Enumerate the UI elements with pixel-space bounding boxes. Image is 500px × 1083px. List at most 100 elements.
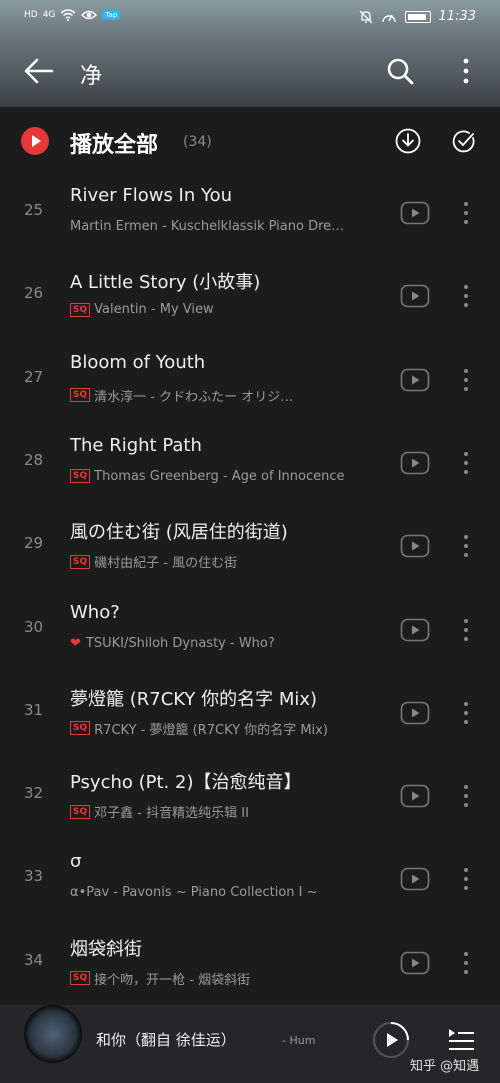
wifi-icon xyxy=(60,9,76,21)
more-vertical-icon[interactable] xyxy=(456,366,476,394)
album-disc[interactable] xyxy=(24,1005,82,1063)
track-subtitle: α•Pav - Pavonis ~ Piano Collection Ⅰ ~ xyxy=(70,885,390,900)
track-subtitle: SQ 邓子鑫 - 抖音精选纯乐辑 II xyxy=(70,802,390,821)
multi-select-icon[interactable] xyxy=(451,128,477,154)
now-playing-artist: - Hum xyxy=(282,1034,316,1047)
track-row[interactable]: 26 A Little Story (小故事) SQ Valentin - My … xyxy=(0,257,500,340)
tap-badge: Tap xyxy=(102,10,121,20)
track-artist-album: Thomas Greenberg - Age of Innocence xyxy=(94,468,345,484)
play-all-button[interactable] xyxy=(21,127,49,155)
track-title: σ xyxy=(70,851,82,873)
track-subtitle: SQ Valentin - My View xyxy=(70,302,390,317)
status-bar: HD 4G Tap 11:33 xyxy=(0,0,500,34)
play-all-label: 播放全部 xyxy=(70,133,159,158)
video-icon[interactable] xyxy=(400,451,430,475)
more-vertical-icon[interactable] xyxy=(456,199,476,227)
track-title: Who? xyxy=(70,601,120,623)
track-number: 27 xyxy=(24,367,44,386)
sq-badge: SQ xyxy=(70,469,91,484)
track-row[interactable]: 32 Psycho (Pt. 2)【治愈纯音】 SQ 邓子鑫 - 抖音精选纯乐辑 … xyxy=(0,757,500,840)
track-title: A Little Story (小故事) xyxy=(70,272,261,294)
track-number: 30 xyxy=(24,617,44,636)
sq-badge: SQ xyxy=(70,804,91,819)
track-artist-album: 磯村由紀子 - 風の住む街 xyxy=(94,556,238,572)
track-subtitle: SQ R7CKY - 夢燈籠 (R7CKY 你的名字 Mix) xyxy=(70,719,390,738)
more-vertical-icon[interactable] xyxy=(456,449,476,477)
eye-icon xyxy=(81,10,98,20)
track-row[interactable]: 27 Bloom of Youth SQ 清水淳一 - クドわふたー オリジ… xyxy=(0,341,500,424)
track-number: 34 xyxy=(24,950,44,969)
track-title: Bloom of Youth xyxy=(70,351,206,373)
track-subtitle: SQ Thomas Greenberg - Age of Innocence xyxy=(70,469,390,484)
page-title: 净 xyxy=(80,64,103,89)
play-icon xyxy=(32,135,41,147)
more-vertical-icon[interactable] xyxy=(456,699,476,727)
track-number: 28 xyxy=(24,450,44,469)
sq-badge: SQ xyxy=(70,721,91,736)
track-number: 25 xyxy=(24,201,44,219)
track-row[interactable]: 30 Who? ❤ TSUKI/Shiloh Dynasty - Who? xyxy=(0,591,500,674)
playlist-icon[interactable] xyxy=(446,1025,476,1055)
more-vertical-icon[interactable] xyxy=(456,865,476,893)
track-row[interactable]: 29 風の住む街 (风居住的街道) SQ 磯村由紀子 - 風の住む街 xyxy=(0,507,500,590)
video-icon[interactable] xyxy=(400,618,430,642)
track-artist-album: TSUKI/Shiloh Dynasty - Who? xyxy=(85,635,275,651)
signal-icon: 4G xyxy=(42,10,56,20)
track-artist-album: 清水淳一 - クドわふたー オリジ… xyxy=(94,389,294,405)
nav-bar: 净 xyxy=(0,45,500,97)
video-icon[interactable] xyxy=(400,284,430,308)
more-vertical-icon[interactable] xyxy=(456,532,476,560)
track-subtitle: ❤ TSUKI/Shiloh Dynasty - Who? xyxy=(70,636,390,651)
track-row[interactable]: 33 σ α•Pav - Pavonis ~ Piano Collection … xyxy=(0,840,500,923)
track-artist-album: Martin Ermen - Kuschelklassik Piano Dre… xyxy=(70,219,345,234)
video-icon[interactable] xyxy=(400,368,430,392)
track-title: 夢燈籠 (R7CKY 你的名字 Mix) xyxy=(70,688,318,710)
watermark: 知乎 @知遇 xyxy=(410,1059,480,1074)
download-icon[interactable] xyxy=(395,128,421,154)
video-icon[interactable] xyxy=(400,867,430,891)
header: HD 4G Tap 11:33 净 xyxy=(0,0,500,107)
more-vertical-icon[interactable] xyxy=(456,949,476,977)
video-icon[interactable] xyxy=(400,201,430,225)
sq-badge: SQ xyxy=(70,554,91,569)
video-icon[interactable] xyxy=(400,534,430,558)
hd-icon: HD xyxy=(24,10,38,20)
mute-bell-icon xyxy=(359,10,372,23)
track-title: The Right Path xyxy=(70,434,202,456)
track-title: 烟袋斜街 xyxy=(70,938,142,960)
more-vertical-icon[interactable] xyxy=(456,616,476,644)
now-playing-title: 和你（翻自 徐佳运） xyxy=(96,1031,236,1049)
video-icon[interactable] xyxy=(400,784,430,808)
track-artist-album: Valentin - My View xyxy=(94,302,214,318)
track-row[interactable]: 31 夢燈籠 (R7CKY 你的名字 Mix) SQ R7CKY - 夢燈籠 (R… xyxy=(0,674,500,757)
sq-badge: SQ xyxy=(70,971,91,986)
track-row[interactable]: 34 烟袋斜街 SQ 接个吻，开一枪 - 烟袋斜街 xyxy=(0,924,500,1007)
track-subtitle: Martin Ermen - Kuschelklassik Piano Dre… xyxy=(70,219,390,234)
track-count: (34) xyxy=(183,134,212,150)
track-artist-album: α•Pav - Pavonis ~ Piano Collection Ⅰ ~ xyxy=(70,885,318,901)
video-icon[interactable] xyxy=(400,701,430,725)
track-row[interactable]: 25 River Flows In You Martin Ermen - Kus… xyxy=(0,174,500,257)
play-all-bar[interactable]: 播放全部 (34) xyxy=(0,107,500,175)
track-subtitle: SQ 接个吻，开一枪 - 烟袋斜街 xyxy=(70,969,390,988)
back-arrow-icon[interactable] xyxy=(22,53,58,89)
video-icon[interactable] xyxy=(400,951,430,975)
more-vertical-icon[interactable] xyxy=(456,782,476,810)
track-number: 31 xyxy=(24,700,44,719)
track-row[interactable]: 28 The Right Path SQ Thomas Greenberg - A… xyxy=(0,424,500,507)
more-vertical-icon[interactable] xyxy=(456,282,476,310)
player-play-icon[interactable] xyxy=(372,1021,410,1059)
track-number: 32 xyxy=(24,784,44,803)
search-icon[interactable] xyxy=(384,55,416,87)
sq-badge: SQ xyxy=(70,302,91,317)
track-number: 29 xyxy=(24,534,44,553)
mini-player[interactable]: 和你（翻自 徐佳运） - Hum 知乎 @知遇 xyxy=(0,1005,500,1083)
track-title: Psycho (Pt. 2)【治愈纯音】 xyxy=(70,772,302,794)
heart-icon: ❤ xyxy=(70,635,81,651)
track-title: River Flows In You xyxy=(70,185,233,206)
track-artist-album: 接个吻，开一枪 - 烟袋斜街 xyxy=(94,972,251,988)
track-artist-album: R7CKY - 夢燈籠 (R7CKY 你的名字 Mix) xyxy=(94,722,328,738)
more-vertical-icon[interactable] xyxy=(452,55,480,87)
track-subtitle: SQ 磯村由紀子 - 風の住む街 xyxy=(70,552,390,571)
track-title: 風の住む街 (风居住的街道) xyxy=(70,522,288,544)
